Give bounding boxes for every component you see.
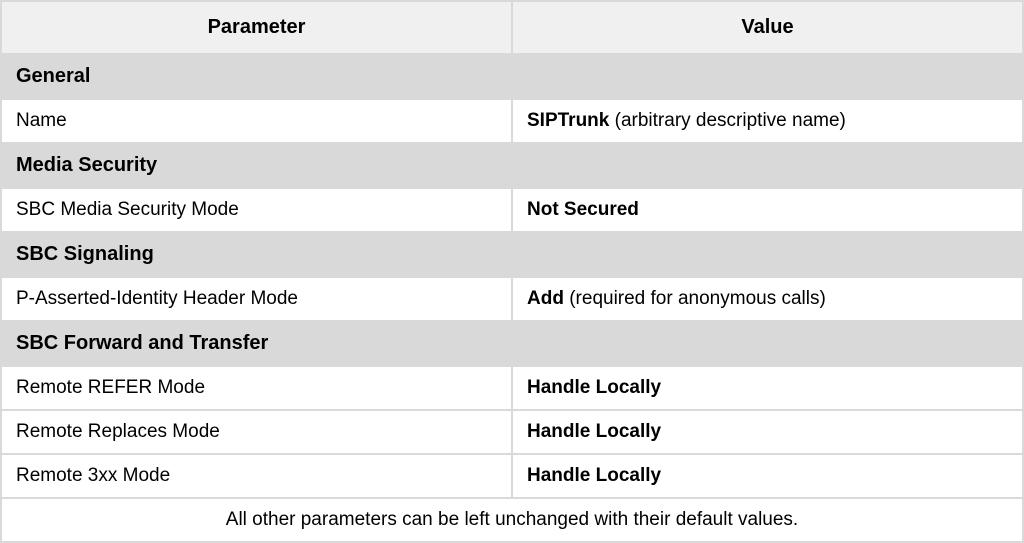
section-title: SBC Forward and Transfer (1, 321, 1023, 366)
param-cell: Remote Replaces Mode (1, 410, 512, 454)
table-row: Remote 3xx Mode Handle Locally (1, 454, 1023, 498)
footer-text: All other parameters can be left unchang… (1, 498, 1023, 542)
header-row: Parameter Value (1, 1, 1023, 54)
config-table: Parameter Value GeneralNameSIPTrunk (arb… (0, 0, 1024, 543)
config-table-wrapper: Parameter Value GeneralNameSIPTrunk (arb… (0, 0, 1024, 543)
section-header: SBC Forward and Transfer (1, 321, 1023, 366)
param-cell: Remote 3xx Mode (1, 454, 512, 498)
value-note: (arbitrary descriptive name) (609, 110, 846, 131)
section-title: Media Security (1, 143, 1023, 188)
table-row: Remote Replaces Mode Handle Locally (1, 410, 1023, 454)
table-row: Remote REFER Mode Handle Locally (1, 366, 1023, 410)
section-header: SBC Signaling (1, 232, 1023, 277)
header-parameter: Parameter (1, 1, 512, 54)
param-cell: Name (1, 99, 512, 143)
param-cell: P-Asserted-Identity Header Mode (1, 277, 512, 321)
section-title: SBC Signaling (1, 232, 1023, 277)
value-cell: SIPTrunk (arbitrary descriptive name) (512, 99, 1023, 143)
param-cell: Remote REFER Mode (1, 366, 512, 410)
value-bold: Handle Locally (527, 465, 661, 486)
section-title: General (1, 54, 1023, 99)
table-row: SBC Media Security Mode Not Secured (1, 188, 1023, 232)
value-note: (required for anonymous calls) (564, 288, 826, 309)
header-value: Value (512, 1, 1023, 54)
value-bold: Handle Locally (527, 421, 661, 442)
value-bold: Handle Locally (527, 377, 661, 398)
value-cell: Handle Locally (512, 454, 1023, 498)
value-bold: Add (527, 288, 564, 309)
value-cell: Handle Locally (512, 410, 1023, 454)
value-bold: Not Secured (527, 199, 639, 220)
value-cell: Handle Locally (512, 366, 1023, 410)
footer-row: All other parameters can be left unchang… (1, 498, 1023, 542)
section-header: General (1, 54, 1023, 99)
table-row: P-Asserted-Identity Header ModeAdd (requ… (1, 277, 1023, 321)
value-bold: SIPTrunk (527, 110, 609, 131)
section-header: Media Security (1, 143, 1023, 188)
value-cell: Not Secured (512, 188, 1023, 232)
table-body: GeneralNameSIPTrunk (arbitrary descripti… (1, 54, 1023, 542)
value-cell: Add (required for anonymous calls) (512, 277, 1023, 321)
table-row: NameSIPTrunk (arbitrary descriptive name… (1, 99, 1023, 143)
param-cell: SBC Media Security Mode (1, 188, 512, 232)
